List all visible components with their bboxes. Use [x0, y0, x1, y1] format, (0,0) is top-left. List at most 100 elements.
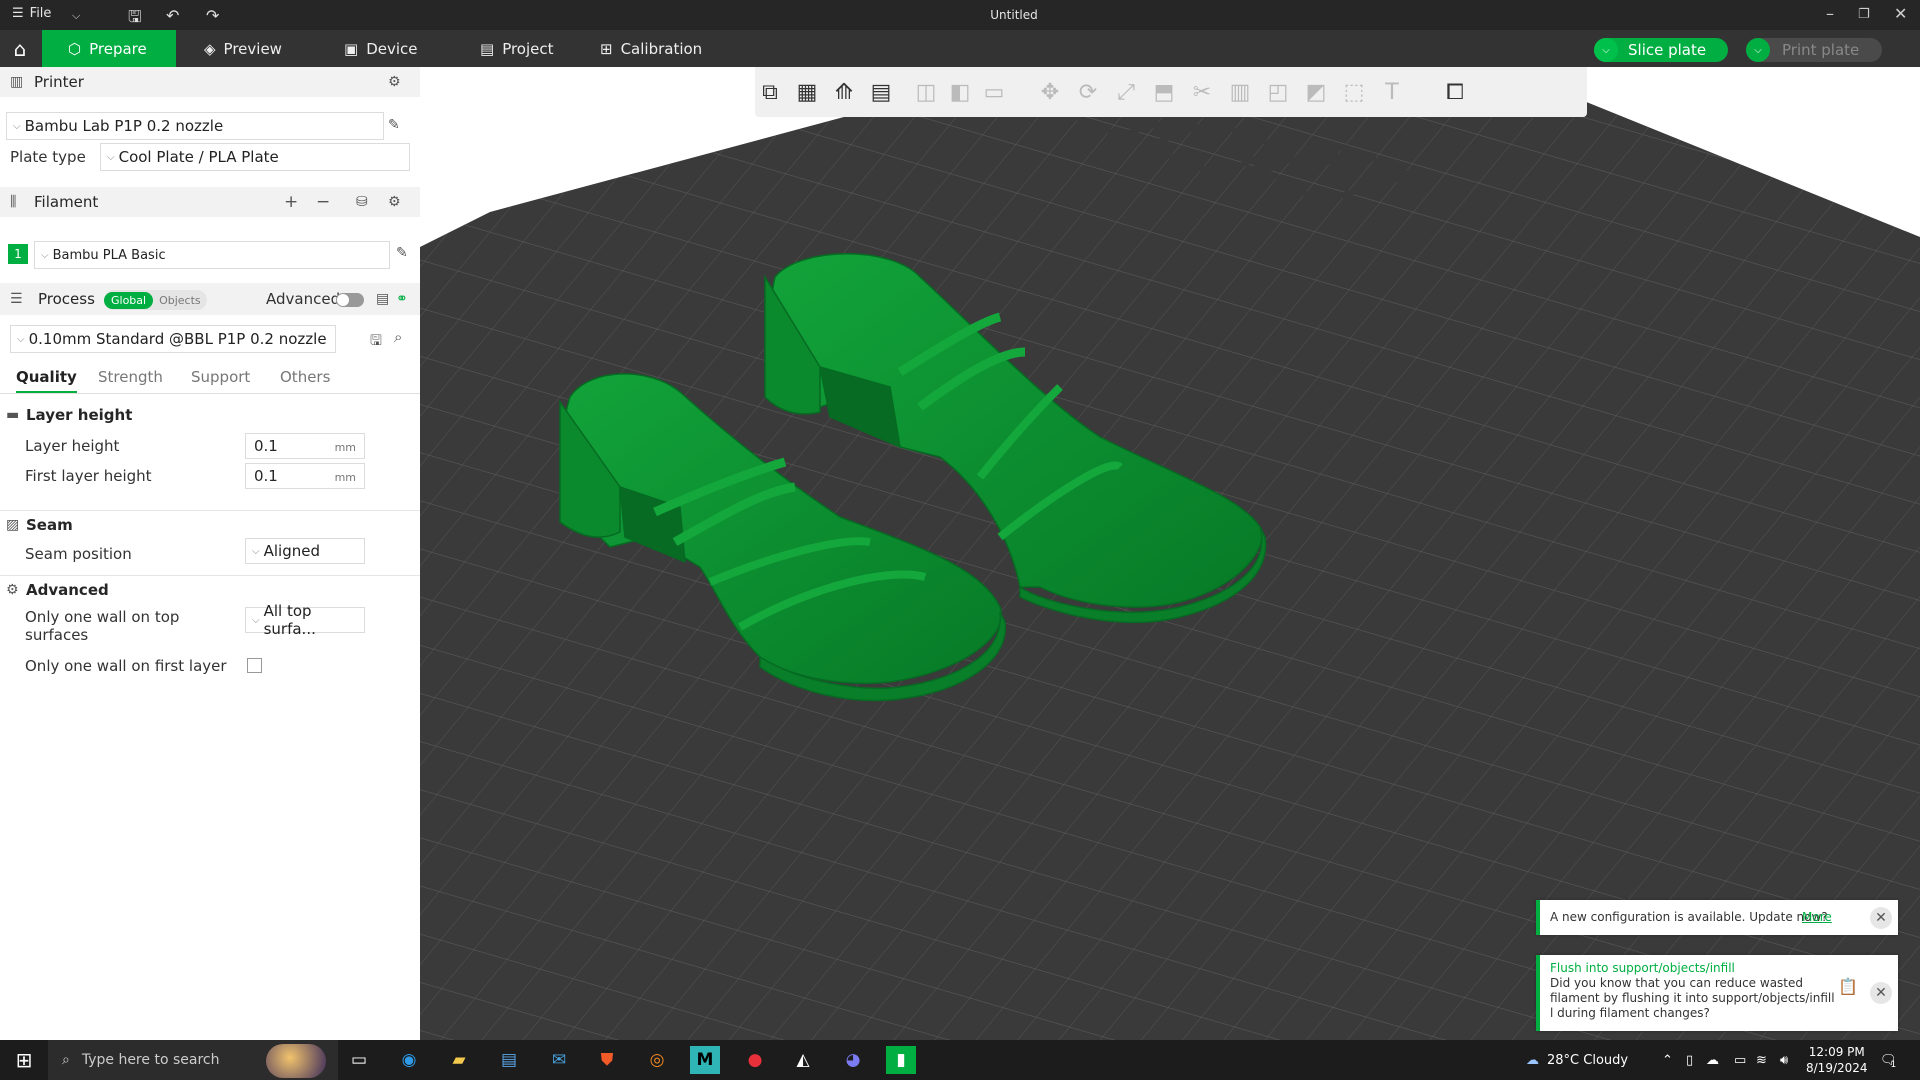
- add-plate-icon[interactable]: ▦: [792, 77, 822, 107]
- text-icon[interactable]: T: [1377, 77, 1407, 107]
- close-icon[interactable]: ✕: [1870, 906, 1892, 929]
- tray-chevron-icon[interactable]: ⌃: [1662, 1040, 1673, 1080]
- cut-icon[interactable]: ✂: [1187, 77, 1217, 107]
- filament-select[interactable]: ⌵ Bambu PLA Basic: [34, 241, 390, 269]
- process-preset-select[interactable]: ⌵ 0.10mm Standard @BBL P1P 0.2 nozzle: [10, 325, 336, 353]
- printer-select[interactable]: ⌵ Bambu Lab P1P 0.2 nozzle: [6, 112, 384, 140]
- save-preset-icon[interactable]: 🖫: [370, 330, 382, 354]
- advanced-switch[interactable]: [336, 293, 364, 307]
- close-icon[interactable]: ✕: [1870, 982, 1892, 1004]
- tip-title[interactable]: Flush into support/objects/infill: [1550, 961, 1735, 975]
- tray-device-icon[interactable]: ▯: [1686, 1040, 1693, 1080]
- windows-start-icon[interactable]: ⊞: [0, 1040, 48, 1080]
- edit-icon[interactable]: ✎: [396, 245, 408, 261]
- list-icon[interactable]: ▤: [376, 291, 389, 307]
- 3d-viewport[interactable]: ⧉ ▦ ⟰ ▤ ◫ ◧ ▭ ✥ ⟳ ⤢ ⬒ ✂ ▥ ◰ ◩ ⬚ T ⧠ A ne…: [420, 67, 1920, 1040]
- plate-type-select[interactable]: ⌵ Cool Plate / PLA Plate: [100, 143, 410, 171]
- restore-icon[interactable]: ❐: [1858, 7, 1870, 22]
- inkscape-icon[interactable]: ◭: [788, 1046, 818, 1074]
- tab-preview[interactable]: ◈ Preview: [186, 30, 300, 67]
- tab-quality[interactable]: Quality: [16, 368, 77, 393]
- tab-prepare[interactable]: ⬡ Prepare: [42, 30, 176, 67]
- brave-icon[interactable]: ⛊: [592, 1046, 622, 1074]
- add-object-icon[interactable]: ⧉: [755, 77, 785, 107]
- search-icon[interactable]: ⌕: [394, 328, 402, 346]
- minimize-icon[interactable]: –: [1826, 4, 1834, 23]
- store-icon[interactable]: ▤: [494, 1046, 524, 1074]
- chevron-down-icon[interactable]: ⌵: [1594, 38, 1618, 62]
- close-icon[interactable]: ✕: [1894, 4, 1907, 23]
- lay-on-face-icon[interactable]: ⬒: [1149, 77, 1179, 107]
- global-objects-toggle[interactable]: Global Objects: [104, 290, 207, 310]
- print-plate-button[interactable]: ⌵ Print plate: [1746, 38, 1882, 62]
- clipboard-icon[interactable]: 📋: [1838, 977, 1858, 996]
- arrange-icon[interactable]: ▤: [866, 77, 896, 107]
- seam-paint-icon[interactable]: ◰: [1263, 77, 1293, 107]
- app-red-icon[interactable]: ●: [740, 1046, 770, 1074]
- first-layer-height-input[interactable]: 0.1 mm: [245, 463, 365, 489]
- tab-project[interactable]: ▤ Project: [462, 30, 572, 67]
- tray-onedrive-icon[interactable]: ☁: [1706, 1040, 1719, 1080]
- boolean-icon[interactable]: ◩: [1301, 77, 1331, 107]
- compare-icon[interactable]: ⚭: [396, 291, 408, 307]
- project-icon: ▤: [480, 39, 495, 58]
- seam-position-select[interactable]: ⌵ Aligned: [245, 538, 365, 564]
- tab-label: Prepare: [89, 39, 147, 58]
- task-view-icon[interactable]: ▭: [344, 1046, 374, 1074]
- notification-center-icon[interactable]: 🗨︎ 1: [1880, 1040, 1897, 1080]
- settings-sidebar: ▥ Printer ⚙ ⌵ Bambu Lab P1P 0.2 nozzle ✎…: [0, 67, 420, 1040]
- gear-icon[interactable]: ⚙: [388, 194, 401, 210]
- filament-sync-icon[interactable]: ⛁: [356, 194, 368, 210]
- tab-others[interactable]: Others: [280, 368, 330, 386]
- tab-support[interactable]: Support: [191, 368, 250, 386]
- split-objects-icon[interactable]: ◫: [911, 77, 941, 107]
- add-filament-icon[interactable]: +: [284, 192, 298, 212]
- notification-count: 1: [1890, 1060, 1897, 1070]
- edge-icon[interactable]: ◉: [394, 1046, 424, 1074]
- mail-icon[interactable]: ✉: [544, 1046, 574, 1074]
- discord-icon[interactable]: ◕: [838, 1046, 868, 1074]
- layer-height-input[interactable]: 0.1 mm: [245, 433, 365, 459]
- volume-icon[interactable]: 🔊︎: [1780, 1040, 1788, 1080]
- chevron-down-icon: ⌵: [252, 545, 260, 557]
- gear-icon[interactable]: ⚙: [388, 74, 401, 90]
- file-explorer-icon[interactable]: ▰: [444, 1046, 474, 1074]
- color-paint-icon[interactable]: ⬚: [1339, 77, 1369, 107]
- process-icon: ☰: [10, 291, 23, 307]
- app-m-icon[interactable]: M: [690, 1046, 720, 1074]
- taskbar-search[interactable]: ⌕ Type here to search: [48, 1040, 338, 1080]
- slice-plate-button[interactable]: ⌵ Slice plate: [1594, 38, 1728, 62]
- home-icon[interactable]: ⌂: [0, 30, 40, 67]
- split-parts-icon[interactable]: ◧: [945, 77, 975, 107]
- tab-strength[interactable]: Strength: [98, 368, 163, 386]
- tab-calibration[interactable]: ⊞ Calibration: [582, 30, 720, 67]
- filament-slot-badge[interactable]: 1: [8, 244, 28, 264]
- chevron-down-icon[interactable]: ⌵: [1746, 38, 1770, 62]
- support-paint-icon[interactable]: ▥: [1225, 77, 1255, 107]
- battery-icon[interactable]: ▭: [1734, 1040, 1746, 1080]
- one-wall-first-checkbox[interactable]: [247, 658, 262, 673]
- tip-line: Did you know that you can reduce wasted: [1550, 976, 1804, 990]
- global-option[interactable]: Global: [104, 291, 154, 309]
- blender-icon[interactable]: ◎: [642, 1046, 672, 1074]
- layer-editing-icon[interactable]: ▭: [979, 77, 1009, 107]
- update-more-link[interactable]: More: [1802, 910, 1832, 924]
- assembly-view-icon[interactable]: ⧠: [1440, 77, 1470, 107]
- tab-device[interactable]: ▣ Device: [326, 30, 436, 67]
- edit-icon[interactable]: ✎: [388, 117, 400, 133]
- rotate-icon[interactable]: ⟳: [1073, 77, 1103, 107]
- search-highlight-icon: [266, 1044, 326, 1078]
- chevron-down-icon: ⌵: [107, 151, 115, 163]
- wifi-icon[interactable]: ≋: [1756, 1040, 1767, 1080]
- bambu-studio-icon[interactable]: ▮: [886, 1046, 916, 1074]
- clock[interactable]: 12:09 PM 8/19/2024: [1806, 1040, 1868, 1080]
- move-icon[interactable]: ✥: [1035, 77, 1065, 107]
- weather-widget[interactable]: ☁ 28°C Cloudy: [1526, 1040, 1628, 1080]
- printer-icon: ▥: [10, 74, 24, 90]
- scale-icon[interactable]: ⤢: [1111, 77, 1141, 107]
- objects-option[interactable]: Objects: [153, 292, 207, 309]
- one-wall-top-select[interactable]: ⌵ All top surfa...: [245, 602, 365, 638]
- build-plate-scene[interactable]: [420, 67, 1920, 1040]
- remove-filament-icon[interactable]: −: [316, 192, 330, 212]
- auto-orient-icon[interactable]: ⟰: [829, 77, 859, 107]
